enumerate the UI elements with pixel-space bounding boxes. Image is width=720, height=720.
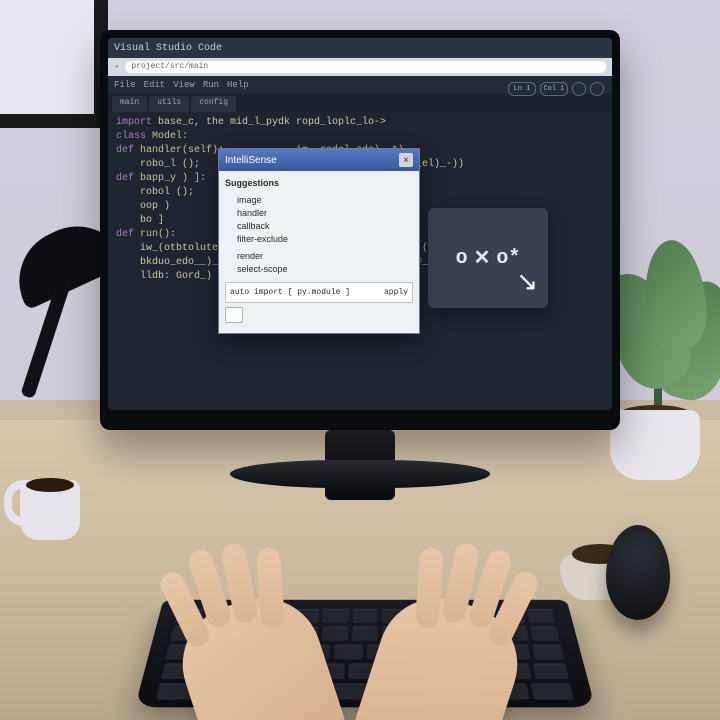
menu-item[interactable]: View bbox=[173, 80, 195, 90]
monitor-stand-base bbox=[230, 460, 490, 488]
code-text: base_c, the mid_l_pydk ropd_loplc_lo-> bbox=[152, 117, 386, 128]
address-bar[interactable]: ◦ project/src/main bbox=[108, 58, 612, 76]
popup-body: Suggestions image handler callback filte… bbox=[219, 171, 419, 333]
code-text: oop ) bbox=[116, 201, 170, 212]
menu-item[interactable]: Run bbox=[203, 80, 219, 90]
info-button[interactable] bbox=[225, 307, 243, 323]
scene-illustration: Visual Studio Code ◦ project/src/main Fi… bbox=[0, 0, 720, 720]
close-icon[interactable]: ✕ bbox=[474, 245, 491, 271]
suggestion-item[interactable]: callback bbox=[237, 220, 413, 233]
popup-hint: Suggestions bbox=[225, 178, 279, 188]
window-titlebar: Visual Studio Code bbox=[108, 38, 612, 58]
glyph-icon: o bbox=[456, 247, 468, 270]
code-keyword: import bbox=[116, 117, 152, 128]
code-keyword: class bbox=[116, 131, 146, 142]
menu-item[interactable]: File bbox=[114, 80, 136, 90]
suggestion-item[interactable]: select-scope bbox=[237, 263, 413, 276]
settings-icon[interactable] bbox=[572, 82, 586, 96]
window-title: Visual Studio Code bbox=[114, 43, 222, 54]
toolbar-right: Ln 1 Col 1 bbox=[508, 82, 604, 96]
coffee-mug bbox=[10, 460, 90, 540]
mouse[interactable] bbox=[606, 525, 670, 620]
popup-title-text: IntelliSense bbox=[225, 155, 277, 166]
editor-tab[interactable]: main bbox=[112, 96, 147, 112]
more-icon[interactable] bbox=[590, 82, 604, 96]
code-text: Model: bbox=[146, 131, 188, 142]
editor-tab[interactable]: config bbox=[191, 96, 236, 112]
code-keyword: def bbox=[116, 229, 134, 240]
screen: Visual Studio Code ◦ project/src/main Fi… bbox=[108, 38, 612, 410]
floating-hint-panel[interactable]: o ✕ o* ↘ bbox=[428, 208, 548, 308]
apply-label[interactable]: apply bbox=[384, 286, 408, 299]
signature-text: auto import [ py.module ] bbox=[230, 286, 350, 299]
code-keyword: def bbox=[116, 173, 134, 184]
tab-bar: main utils config bbox=[108, 94, 612, 112]
close-icon[interactable]: × bbox=[399, 153, 413, 167]
autocomplete-popup[interactable]: IntelliSense × Suggestions image handler… bbox=[218, 148, 420, 334]
code-text: robol (); bbox=[116, 187, 194, 198]
suggestion-item[interactable]: handler bbox=[237, 207, 413, 220]
suggestion-list: image handler callback filter-exclude bbox=[225, 194, 413, 246]
menu-item[interactable]: Edit bbox=[144, 80, 166, 90]
suggestion-section: render select-scope bbox=[225, 250, 413, 276]
code-text: bapp_y ) ]: bbox=[134, 173, 206, 184]
monitor: Visual Studio Code ◦ project/src/main Fi… bbox=[100, 30, 620, 430]
popup-titlebar: IntelliSense × bbox=[219, 149, 419, 171]
suggestion-item[interactable]: image bbox=[237, 194, 413, 207]
status-pill[interactable]: Ln 1 bbox=[508, 82, 536, 96]
signature-bar: auto import [ py.module ] apply bbox=[225, 282, 413, 303]
monitor-bezel: Visual Studio Code ◦ project/src/main Fi… bbox=[100, 30, 620, 430]
picture-frame bbox=[0, 0, 108, 128]
menu-item[interactable]: Help bbox=[227, 80, 249, 90]
arrow-icon: ↘ bbox=[516, 267, 538, 298]
status-pill[interactable]: Col 1 bbox=[540, 82, 568, 96]
address-field[interactable]: project/src/main bbox=[125, 61, 606, 73]
suggestion-item[interactable]: filter-exclude bbox=[237, 233, 413, 246]
suggestion-item[interactable]: render bbox=[237, 250, 413, 263]
nav-back-icon[interactable]: ◦ bbox=[114, 62, 119, 72]
editor-tab[interactable]: utils bbox=[149, 96, 189, 112]
code-keyword: def bbox=[116, 145, 134, 156]
